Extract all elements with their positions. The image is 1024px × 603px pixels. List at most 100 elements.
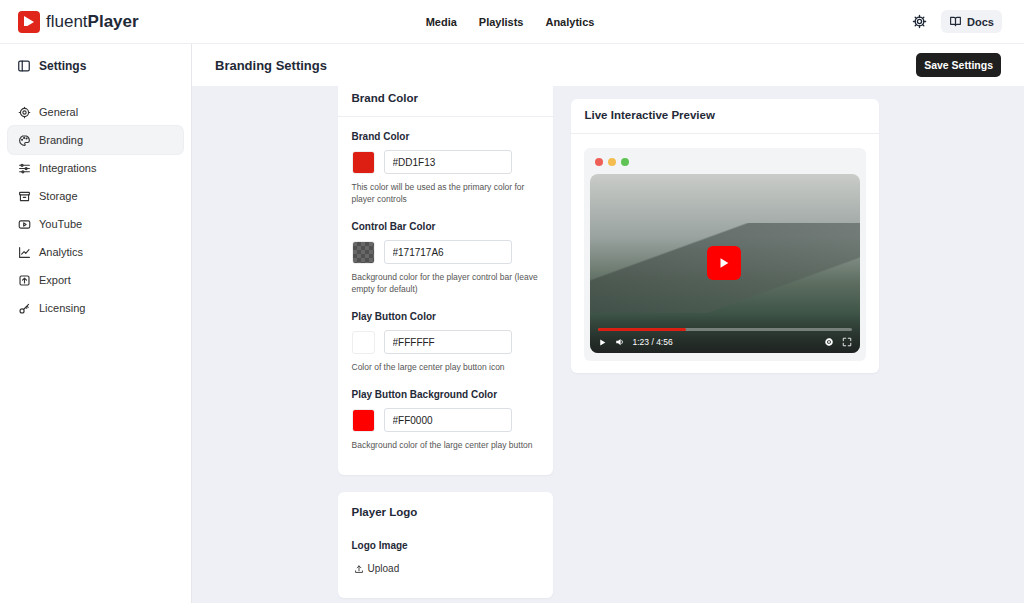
page-title: Branding Settings <box>215 58 327 73</box>
docs-button[interactable]: Docs <box>941 10 1002 33</box>
sidebar-label: Storage <box>39 190 78 202</box>
page-toolbar: Branding Settings Save Settings <box>192 44 1024 86</box>
panel-icon[interactable] <box>17 59 31 73</box>
color-input[interactable] <box>384 330 512 354</box>
field-label: Logo Image <box>352 540 539 551</box>
field-help: Background color of the large center pla… <box>352 439 539 451</box>
page-body: Settings General Branding Integrations Stora… <box>0 44 1024 603</box>
upload-icon <box>354 564 364 574</box>
sliders-icon <box>18 162 31 175</box>
field-label: Play Button Background Color <box>352 389 539 400</box>
fullscreen-icon[interactable] <box>842 337 852 347</box>
brand-color-card: Brand Color Brand Color This color will be… <box>338 86 553 475</box>
sidebar-label: General <box>39 106 78 118</box>
upload-label: Upload <box>368 563 400 574</box>
field-label: Control Bar Color <box>352 221 539 232</box>
sidebar-item[interactable]: Analytics <box>8 238 183 266</box>
window-dot <box>595 158 603 166</box>
color-input[interactable] <box>384 408 512 432</box>
gear-icon <box>18 106 31 119</box>
upload-button[interactable]: Upload <box>352 559 402 578</box>
center-play-button[interactable] <box>707 246 741 280</box>
sidebar-label: Integrations <box>39 162 96 174</box>
controls-row: 1:23 / 4:56 <box>598 337 852 347</box>
docs-label: Docs <box>967 16 994 28</box>
settings-column: Brand Color Brand Color This color will be… <box>338 86 553 603</box>
sidebar-item[interactable]: Integrations <box>8 154 183 182</box>
save-button[interactable]: Save Settings <box>916 53 1001 77</box>
color-swatch[interactable] <box>352 241 375 264</box>
brand-logo[interactable]: fluentPlayer <box>18 11 426 33</box>
book-icon <box>949 15 962 28</box>
player-logo-card: Player Logo Logo Image Upload <box>338 492 553 598</box>
color-fields: Brand Color This color will be used as th… <box>338 117 553 475</box>
field-label: Play Button Color <box>352 311 539 322</box>
palette-icon <box>18 134 31 147</box>
logo-field: Logo Image Upload <box>338 530 553 578</box>
color-input[interactable] <box>384 150 512 174</box>
sidebar-item[interactable]: Export <box>8 266 183 294</box>
color-swatch[interactable] <box>352 409 375 432</box>
window-dot <box>621 158 629 166</box>
brand-prefix: fluent <box>46 12 88 31</box>
play-icon <box>717 256 731 270</box>
nav-item[interactable]: Analytics <box>545 16 594 28</box>
gear-icon[interactable] <box>912 14 927 29</box>
field-row <box>352 408 539 432</box>
export-icon <box>18 274 31 287</box>
color-field: Brand Color This color will be used as th… <box>352 131 539 205</box>
sidebar-item[interactable]: Branding <box>8 126 183 154</box>
play-icon[interactable] <box>598 338 607 347</box>
logo-icon <box>18 11 40 33</box>
field-row <box>352 240 539 264</box>
field-help: Background color for the player control … <box>352 271 539 295</box>
preview-body: 1:23 / 4:56 <box>571 134 879 373</box>
card-title: Player Logo <box>338 492 553 530</box>
nav-item[interactable]: Playlists <box>479 16 524 28</box>
color-input[interactable] <box>384 240 512 264</box>
field-help: This color will be used as the primary c… <box>352 181 539 205</box>
window-dot <box>608 158 616 166</box>
field-row <box>352 150 539 174</box>
sidebar: Settings General Branding Integrations Stora… <box>0 44 192 603</box>
youtube-icon <box>18 218 31 231</box>
nav-item[interactable]: Media <box>426 16 457 28</box>
preview-window: 1:23 / 4:56 <box>584 148 866 361</box>
chart-icon <box>18 246 31 259</box>
progress-track[interactable] <box>598 328 852 331</box>
time-display: 1:23 / 4:56 <box>633 337 673 347</box>
color-field: Play Button Color Color of the large cent… <box>352 311 539 373</box>
sidebar-label: Export <box>39 274 71 286</box>
brand-name: fluentPlayer <box>46 12 139 32</box>
control-bar: 1:23 / 4:56 <box>590 314 860 353</box>
video-frame[interactable]: 1:23 / 4:56 <box>590 174 860 353</box>
key-icon <box>18 302 31 315</box>
sidebar-item[interactable]: Licensing <box>8 294 183 322</box>
color-field: Play Button Background Color Background c… <box>352 389 539 451</box>
color-swatch[interactable] <box>352 331 375 354</box>
progress-fill <box>598 328 687 331</box>
sidebar-label: Analytics <box>39 246 83 258</box>
field-label: Brand Color <box>352 131 539 142</box>
sidebar-label: Licensing <box>39 302 85 314</box>
main-area: Branding Settings Save Settings Brand Colo… <box>192 44 1024 603</box>
settings-icon[interactable] <box>824 337 834 347</box>
brand-suffix: Player <box>88 12 139 31</box>
volume-icon[interactable] <box>615 337 625 347</box>
main-nav: Media Playlists Analytics <box>426 16 595 28</box>
preview-card: Live Interactive Preview1:23 / 4:56 <box>571 99 879 373</box>
settings-content: Brand Color Brand Color This color will be… <box>192 86 1024 603</box>
sidebar-item[interactable]: YouTube <box>8 210 183 238</box>
field-row <box>352 330 539 354</box>
window-dots <box>595 158 860 166</box>
field-help: Color of the large center play button ic… <box>352 361 539 373</box>
archive-icon <box>18 190 31 203</box>
color-field: Control Bar Color Background color for th… <box>352 221 539 295</box>
sidebar-item[interactable]: General <box>8 98 183 126</box>
sidebar-title: Settings <box>39 59 86 73</box>
card-title: Brand Color <box>338 86 553 117</box>
top-header: fluentPlayer Media Playlists Analytics Docs <box>0 0 1024 44</box>
sidebar-item[interactable]: Storage <box>8 182 183 210</box>
color-swatch[interactable] <box>352 151 375 174</box>
sidebar-label: YouTube <box>39 218 82 230</box>
